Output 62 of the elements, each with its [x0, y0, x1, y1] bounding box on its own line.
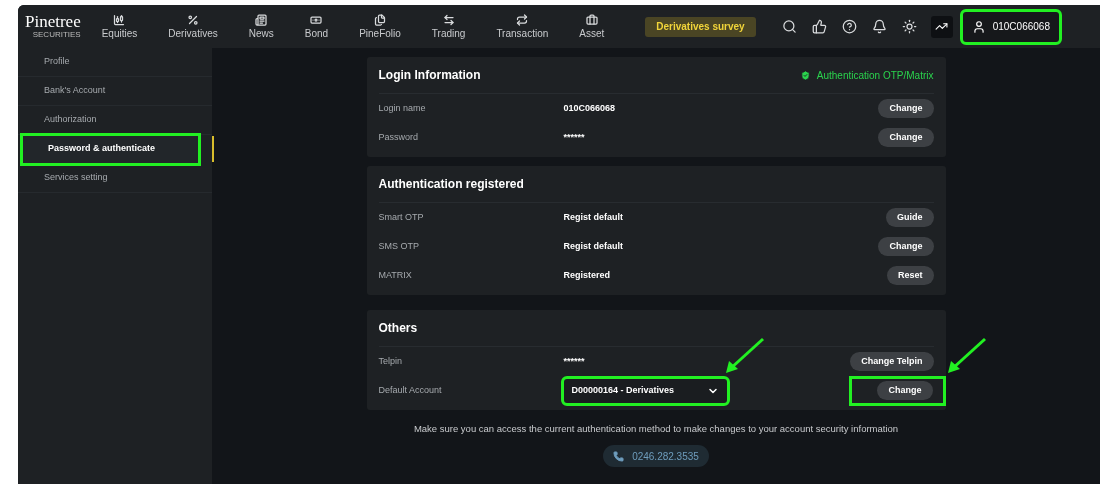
nav-item[interactable]: PineFolio	[359, 13, 401, 40]
repeat-arrows-icon	[516, 13, 529, 26]
trend-icon	[935, 20, 949, 33]
sidebar-item[interactable]: Services setting	[18, 164, 212, 193]
nav-item[interactable]: Derivatives	[168, 13, 218, 40]
logo-subtitle: SECURITIES	[32, 30, 81, 39]
bell-icon[interactable]	[871, 19, 887, 34]
active-indicator	[212, 136, 214, 162]
nav-item[interactable]: Bond	[304, 13, 329, 40]
sidebar-item[interactable]: Bank's Account	[18, 77, 212, 106]
thumbs-up-icon[interactable]	[811, 19, 827, 34]
security-note: Make sure you can access the current authentication method to make changes to your account security information	[413, 422, 899, 436]
section-title: Others	[378, 320, 418, 337]
row-value: Regist default	[563, 239, 623, 253]
action-button[interactable]: Change	[878, 237, 934, 256]
help-icon[interactable]	[841, 19, 857, 34]
row-value: Regist default	[563, 210, 623, 224]
row-label: Password	[378, 130, 419, 144]
row-label: Smart OTP	[378, 210, 425, 224]
annotation-arrow	[946, 337, 988, 375]
phone-icon	[613, 450, 625, 462]
newspaper-icon	[255, 13, 268, 26]
row-label: Telpin	[378, 354, 403, 368]
account-button[interactable]: 010C066068	[962, 11, 1059, 42]
nav-item[interactable]: Equities	[101, 13, 138, 40]
nav-item[interactable]: Transaction	[496, 13, 549, 40]
row-label: Default Account	[378, 383, 443, 397]
row-value: Registered	[563, 268, 611, 282]
row-label: SMS OTP	[378, 239, 420, 253]
logo[interactable]: Pinetree	[25, 14, 81, 30]
account-dropdown[interactable]: D00000164 - Derivatives	[563, 378, 727, 403]
candlestick-icon	[113, 13, 126, 26]
action-button[interactable]: Change	[878, 128, 934, 147]
row-value: ******	[563, 130, 585, 144]
status-label: Authentication OTP/Matrix	[799, 67, 934, 83]
action-button[interactable]: Guide	[886, 208, 934, 227]
nav-item[interactable]: Trading	[431, 13, 466, 40]
swap-arrows-icon	[442, 13, 455, 26]
row-label: MATRIX	[378, 268, 413, 282]
action-button[interactable]: Change Telpin	[850, 352, 934, 371]
document-icon	[373, 13, 386, 26]
nav-item[interactable]: Asset	[579, 13, 605, 40]
chart-button[interactable]	[930, 15, 953, 38]
change-button[interactable]: Change	[877, 381, 933, 400]
search-icon[interactable]	[781, 19, 797, 34]
row-label: Login name	[378, 101, 427, 115]
row-value: ******	[563, 354, 585, 368]
user-icon	[971, 19, 986, 34]
action-button[interactable]: Change	[878, 99, 934, 118]
survey-button[interactable]: Derivatives survey	[645, 16, 756, 37]
banknote-icon	[310, 13, 323, 26]
row-value: 010C066068	[563, 101, 616, 115]
annotation-arrow	[724, 337, 766, 375]
action-button[interactable]: Reset	[887, 266, 934, 285]
sidebar-item[interactable]: Profile	[18, 48, 212, 77]
nav-item[interactable]: News	[248, 13, 274, 40]
shield-check-icon	[799, 69, 811, 81]
briefcase-icon	[585, 13, 598, 26]
section-title: Login Information	[378, 67, 481, 84]
sun-icon[interactable]	[901, 19, 917, 34]
section-title: Authentication registered	[378, 176, 524, 193]
phone-pill[interactable]: 0246.282.3535	[603, 445, 709, 468]
